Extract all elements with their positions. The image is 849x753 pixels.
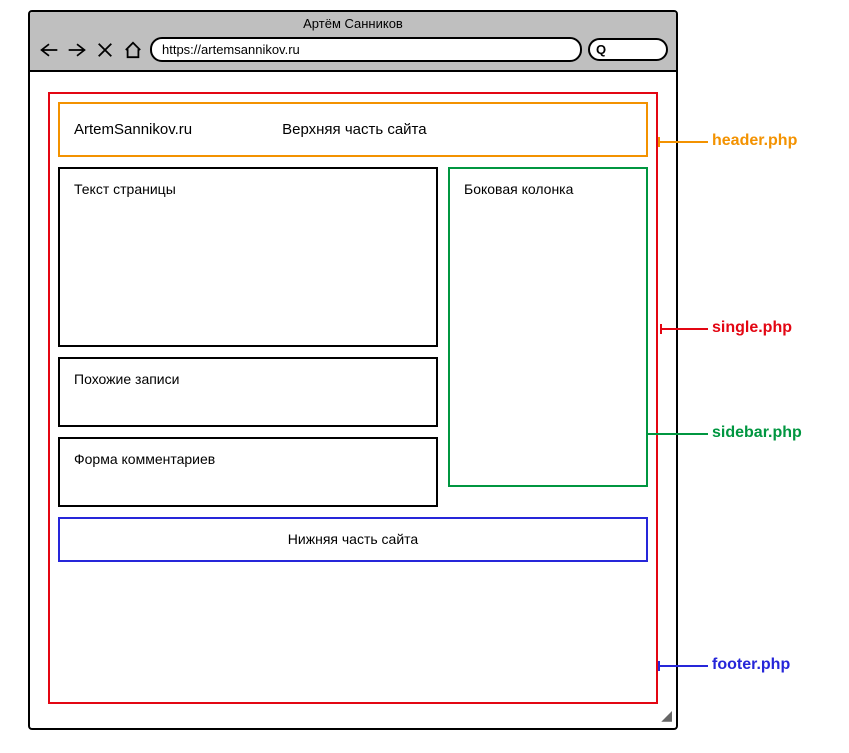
resize-grip-icon[interactable]: ◢ bbox=[661, 707, 672, 724]
page-body: ArtemSannikov.ru Верхняя часть сайта Тек… bbox=[30, 72, 676, 724]
search-icon: Q bbox=[596, 42, 606, 57]
comments-form-box: Форма комментариев bbox=[58, 437, 438, 507]
site-name: ArtemSannikov.ru bbox=[74, 121, 192, 138]
related-label: Похожие записи bbox=[74, 371, 179, 387]
home-button[interactable] bbox=[122, 40, 144, 60]
stop-button[interactable] bbox=[94, 40, 116, 60]
footer-caption: Нижняя часть сайта bbox=[288, 531, 418, 547]
related-posts-box: Похожие записи bbox=[58, 357, 438, 427]
header-caption: Верхняя часть сайта bbox=[282, 121, 427, 138]
connector-single bbox=[660, 328, 708, 330]
label-single: single.php bbox=[712, 319, 792, 337]
connector-footer bbox=[658, 665, 708, 667]
window-title: Артём Санников bbox=[30, 12, 676, 31]
connector-sidebar bbox=[646, 433, 708, 435]
label-sidebar: sidebar.php bbox=[712, 424, 802, 442]
page-text-label: Текст страницы bbox=[74, 181, 176, 197]
label-footer: footer.php bbox=[712, 656, 790, 674]
label-header: header.php bbox=[712, 132, 797, 150]
search-input[interactable]: Q bbox=[588, 38, 668, 61]
browser-toolbar: https://artemsannikov.ru Q bbox=[30, 31, 676, 72]
sidebar-php-region: Боковая колонка bbox=[448, 167, 648, 487]
header-php-region: ArtemSannikov.ru Верхняя часть сайта bbox=[58, 102, 648, 157]
forward-button[interactable] bbox=[66, 40, 88, 60]
footer-php-region: Нижняя часть сайта bbox=[58, 517, 648, 562]
connector-header bbox=[658, 141, 708, 143]
page-text-box: Текст страницы bbox=[58, 167, 438, 347]
single-php-region: ArtemSannikov.ru Верхняя часть сайта Тек… bbox=[48, 92, 658, 704]
back-button[interactable] bbox=[38, 40, 60, 60]
url-input[interactable]: https://artemsannikov.ru bbox=[150, 37, 582, 62]
browser-window: Артём Санников https://artemsannikov.ru … bbox=[28, 10, 678, 730]
sidebar-title: Боковая колонка bbox=[464, 181, 573, 197]
comments-label: Форма комментариев bbox=[74, 451, 215, 467]
